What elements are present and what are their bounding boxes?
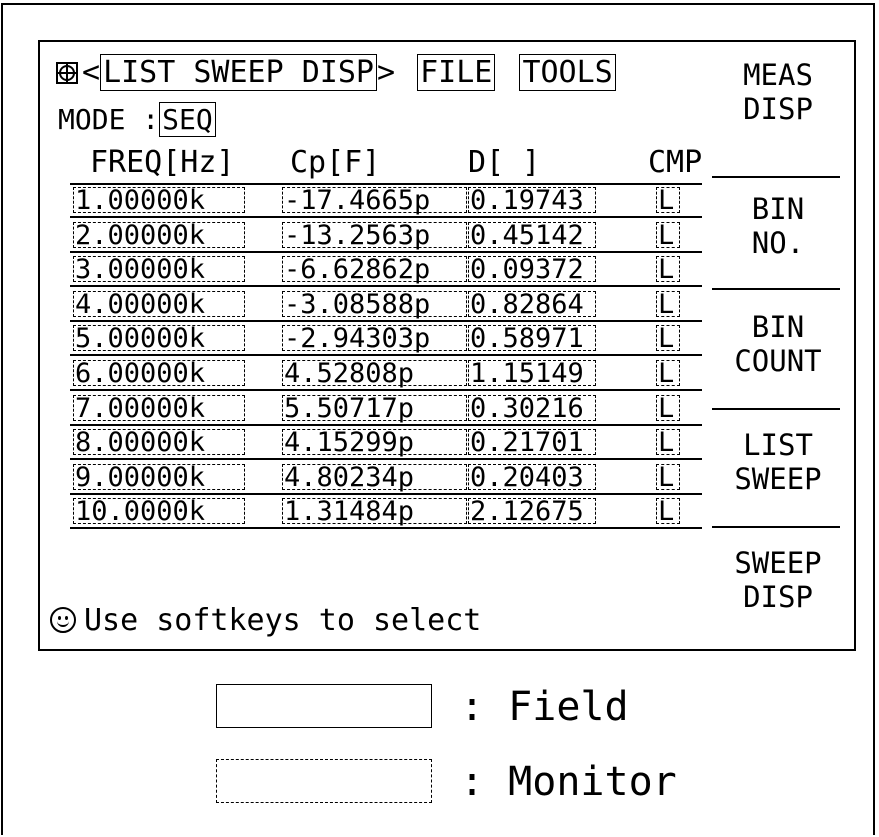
softkey-bin-count[interactable]: BIN COUNT bbox=[708, 310, 848, 378]
softkey-divider bbox=[712, 176, 840, 178]
cp-cell: 4.52808p bbox=[282, 360, 467, 387]
freq-cell: 5.00000k bbox=[73, 325, 245, 352]
softkey-sweep-disp[interactable]: SWEEP DISP bbox=[708, 546, 848, 614]
table-row: 10.0000k 1.31484p 2.12675 L bbox=[70, 496, 702, 530]
softkey-line2: COUNT bbox=[734, 344, 822, 378]
mode-row: MODE : SEQ bbox=[58, 102, 216, 137]
table-row: 9.00000k 4.80234p 0.20403 L bbox=[70, 462, 702, 495]
freq-cell: 7.00000k bbox=[73, 394, 245, 422]
freq-cell: 10.0000k bbox=[73, 498, 245, 525]
col-d-header: D[ ] bbox=[468, 145, 541, 180]
cmp-cell: L bbox=[656, 394, 680, 422]
cp-cell: -3.08588p bbox=[282, 290, 467, 318]
softkey-divider bbox=[712, 408, 840, 410]
cp-cell: 4.15299p bbox=[282, 429, 467, 456]
table-row: 3.00000k -6.62862p 0.09372 L bbox=[70, 254, 702, 288]
table-row: 5.00000k -2.94303p 0.58971 L bbox=[70, 323, 702, 357]
freq-cell: 6.00000k bbox=[73, 360, 245, 387]
legend-monitor-swatch bbox=[216, 759, 432, 803]
freq-cell: 9.00000k bbox=[73, 463, 245, 491]
cp-cell: -6.62862p bbox=[282, 256, 467, 283]
softkey-list-sweep[interactable]: LIST SWEEP bbox=[708, 428, 848, 496]
d-cell: 0.30216 bbox=[468, 394, 596, 422]
cmp-cell: L bbox=[656, 256, 680, 283]
freq-cell: 1.00000k bbox=[73, 187, 245, 214]
d-cell: 0.09372 bbox=[468, 256, 596, 283]
network-icon bbox=[56, 62, 78, 84]
cp-cell: -13.2563p bbox=[282, 221, 467, 249]
table-row: 8.00000k 4.15299p 0.21701 L bbox=[70, 427, 702, 461]
mode-label: MODE : bbox=[58, 103, 160, 136]
softkey-bin-no[interactable]: BIN NO. bbox=[708, 192, 848, 260]
col-cmp-header: CMP bbox=[648, 145, 703, 180]
softkey-line2: SWEEP bbox=[734, 462, 822, 496]
cmp-cell: L bbox=[656, 429, 680, 456]
page-title[interactable]: LIST SWEEP DISP bbox=[100, 54, 377, 91]
cmp-cell: L bbox=[656, 221, 680, 249]
d-cell: 0.82864 bbox=[468, 290, 596, 318]
header-bar: < LIST SWEEP DISP > FILE TOOLS bbox=[56, 54, 616, 91]
freq-cell: 4.00000k bbox=[73, 290, 245, 318]
softkey-line1: SWEEP bbox=[734, 546, 822, 580]
right-angle-icon: > bbox=[377, 55, 396, 90]
d-cell: 0.58971 bbox=[468, 325, 596, 352]
cmp-cell: L bbox=[656, 360, 680, 387]
d-cell: 1.15149 bbox=[468, 360, 596, 387]
cp-cell: -17.4665p bbox=[282, 187, 467, 214]
table-row: 6.00000k 4.52808p 1.15149 L bbox=[70, 358, 702, 391]
cp-cell: 5.50717p bbox=[282, 394, 467, 422]
d-cell: 0.19743 bbox=[468, 187, 596, 214]
table-row: 7.00000k 5.50717p 0.30216 L bbox=[70, 393, 702, 426]
softkey-line1: MEAS bbox=[743, 58, 813, 92]
softkey-divider bbox=[712, 288, 840, 290]
softkey-divider bbox=[712, 526, 840, 528]
left-angle-icon: < bbox=[82, 55, 101, 90]
legend-field-label: : Field bbox=[460, 684, 629, 730]
freq-cell: 2.00000k bbox=[73, 221, 245, 249]
instrument-screen: < LIST SWEEP DISP > FILE TOOLS MODE : SEQ F… bbox=[38, 40, 856, 651]
tools-menu[interactable]: TOOLS bbox=[519, 54, 616, 91]
legend-field-swatch bbox=[216, 684, 432, 728]
softkey-line2: NO. bbox=[751, 226, 805, 260]
softkey-line2: DISP bbox=[743, 580, 813, 614]
d-cell: 0.45142 bbox=[468, 221, 596, 249]
cmp-cell: L bbox=[656, 187, 680, 214]
freq-cell: 8.00000k bbox=[73, 429, 245, 456]
cp-cell: -2.94303p bbox=[282, 325, 467, 352]
freq-cell: 3.00000k bbox=[73, 256, 245, 283]
softkey-meas-disp[interactable]: MEAS DISP bbox=[708, 58, 848, 126]
status-bar: Use softkeys to select bbox=[50, 606, 481, 636]
softkey-line2: DISP bbox=[743, 92, 813, 126]
col-freq-header: FREQ[Hz] bbox=[90, 145, 235, 180]
softkey-line1: BIN bbox=[751, 310, 805, 344]
softkey-line1: BIN bbox=[751, 192, 805, 226]
status-text: Use softkeys to select bbox=[84, 603, 482, 638]
d-cell: 0.21701 bbox=[468, 429, 596, 456]
mode-field[interactable]: SEQ bbox=[159, 102, 216, 137]
cmp-cell: L bbox=[656, 498, 680, 525]
smiley-icon bbox=[50, 607, 76, 633]
cmp-cell: L bbox=[656, 463, 680, 491]
cp-cell: 4.80234p bbox=[282, 463, 467, 491]
file-menu[interactable]: FILE bbox=[417, 54, 496, 91]
col-cp-header: Cp[F] bbox=[290, 145, 381, 180]
softkey-line1: LIST bbox=[743, 428, 813, 462]
cp-cell: 1.31484p bbox=[282, 498, 467, 525]
table-row: 2.00000k -13.2563p 0.45142 L bbox=[70, 220, 702, 253]
d-cell: 2.12675 bbox=[468, 498, 596, 525]
d-cell: 0.20403 bbox=[468, 463, 596, 491]
cmp-cell: L bbox=[656, 325, 680, 352]
legend-monitor-label: : Monitor bbox=[460, 759, 677, 805]
table-row: 1.00000k -17.4665p 0.19743 L bbox=[70, 185, 702, 218]
cmp-cell: L bbox=[656, 290, 680, 318]
table-row: 4.00000k -3.08588p 0.82864 L bbox=[70, 289, 702, 322]
